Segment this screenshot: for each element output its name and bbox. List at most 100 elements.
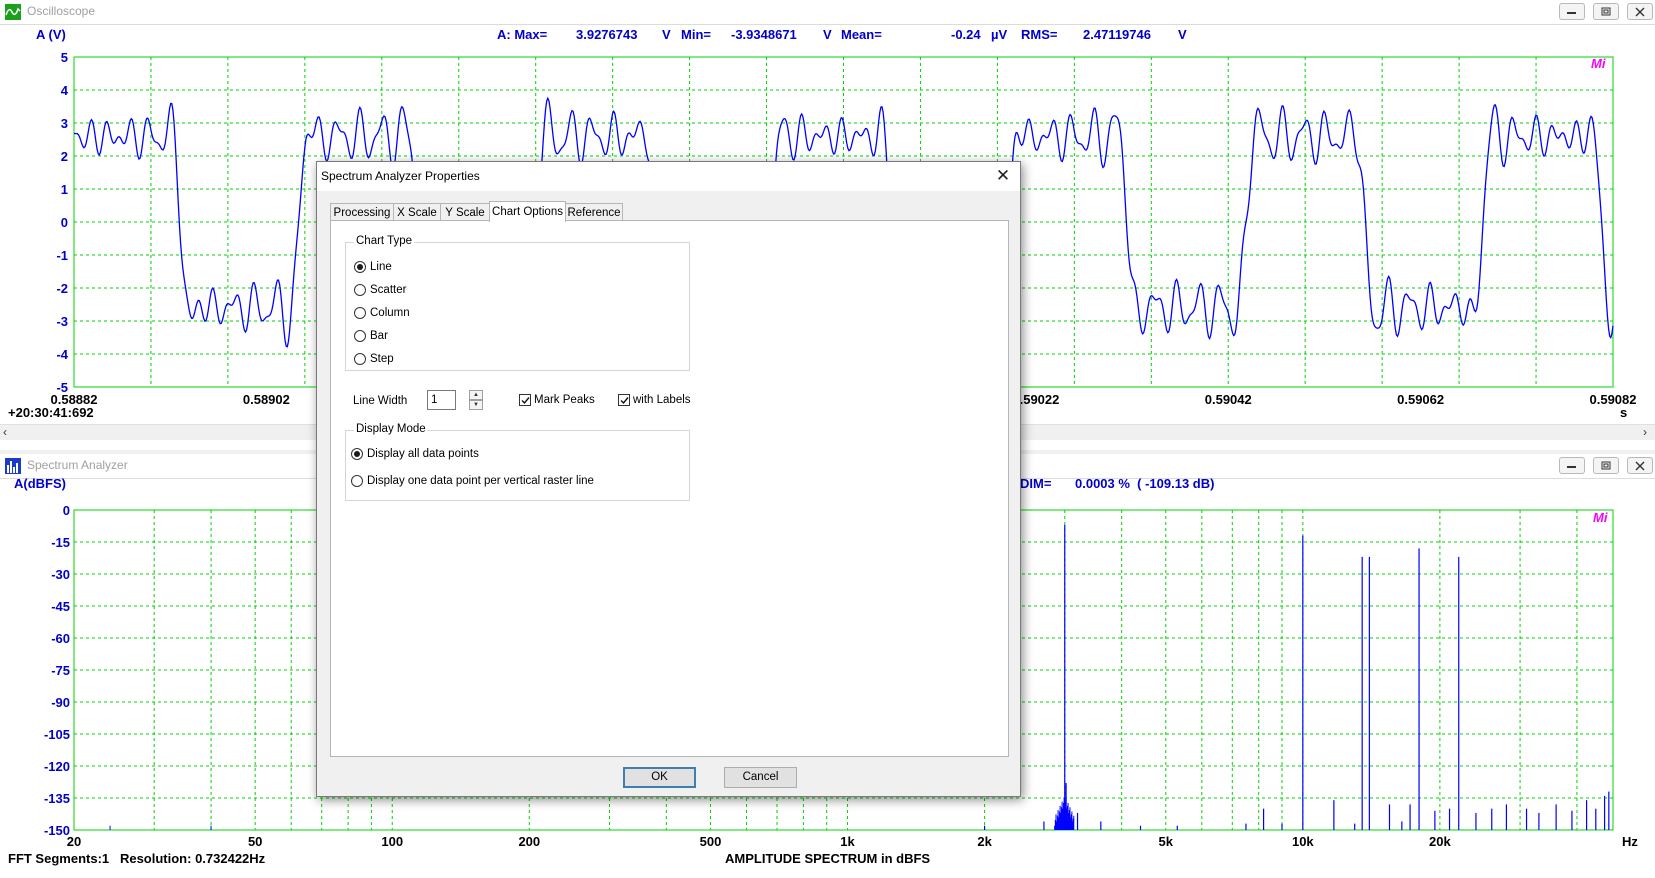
dialog-titlebar[interactable]: Spectrum Analyzer Properties ✕ <box>317 162 1020 191</box>
osc-min-label: Min= <box>681 27 711 42</box>
oscilloscope-title: Oscilloscope <box>27 4 96 18</box>
spec-x-tick-label: 500 <box>700 834 722 849</box>
spec-footer-center: AMPLITUDE SPECTRUM in dBFS <box>725 851 930 866</box>
radio-icon <box>354 352 366 365</box>
spec-y-tick-label: -135 <box>44 791 70 806</box>
tab-reference[interactable]: Reference <box>565 203 623 221</box>
radio-icon <box>354 283 366 296</box>
spec-y-tick-label: -45 <box>51 599 70 614</box>
radio-selected-icon <box>351 447 363 460</box>
osc-x-tick-label: 0.59082 <box>1590 392 1637 407</box>
restore-icon <box>1601 461 1611 470</box>
minimize-icon <box>1567 12 1576 14</box>
radio-icon <box>354 329 366 342</box>
restore-button[interactable] <box>1593 457 1619 474</box>
radio-icon <box>351 474 363 487</box>
spin-up-icon[interactable]: ▲ <box>469 390 483 400</box>
tab-y-scale[interactable]: Y Scale <box>440 203 490 221</box>
osc-y-tick-label: 1 <box>61 182 68 197</box>
minimize-button[interactable] <box>1559 3 1585 20</box>
mark-peaks-label: Mark Peaks <box>534 394 595 407</box>
radio-label: Scatter <box>370 284 407 296</box>
osc-mean-value: -0.24 <box>951 27 981 42</box>
osc-max-label: A: Max= <box>497 27 548 42</box>
osc-rms-label: RMS= <box>1021 27 1058 42</box>
osc-y-tick-label: 0 <box>61 215 68 230</box>
osc-timestamp: +20:30:41:692 <box>8 405 94 420</box>
with-labels-label: with Labels <box>633 394 691 407</box>
spec-x-tick-label: 20 <box>67 834 81 849</box>
scroll-left-icon[interactable]: ‹ <box>3 425 7 439</box>
spec-footer-left: FFT Segments:1 Resolution: 0.732422Hz <box>8 851 266 866</box>
display-all-points-radio[interactable]: Display all data points <box>351 446 479 462</box>
spec-y-tick-label: -60 <box>51 631 70 646</box>
chart-type-group: Chart Type Line Scatter Column Bar Step <box>345 235 690 371</box>
radio-label: Display all data points <box>367 448 479 460</box>
chart-type-bar-radio[interactable]: Bar <box>354 328 388 344</box>
spectrum-properties-dialog: Spectrum Analyzer Properties ✕ Processin… <box>316 161 1021 797</box>
ok-button[interactable]: OK <box>623 767 696 788</box>
line-width-input[interactable]: 1 <box>427 390 456 410</box>
oscilloscope-app-icon <box>5 4 21 20</box>
osc-y-tick-label: -3 <box>56 314 68 329</box>
spec-x-tick-label: 1k <box>840 834 855 849</box>
restore-icon <box>1601 7 1611 16</box>
spec-x-tick-label: 10k <box>1292 834 1314 849</box>
minimize-icon <box>1567 466 1576 468</box>
line-width-label: Line Width <box>353 395 408 407</box>
restore-button[interactable] <box>1593 3 1619 20</box>
spec-y-tick-label: -30 <box>51 567 70 582</box>
spec-dim-label: DIM= <box>1020 478 1052 491</box>
cancel-button[interactable]: Cancel <box>724 767 797 788</box>
radio-label: Step <box>370 353 394 365</box>
osc-y-tick-label: 4 <box>61 83 69 98</box>
spec-y-tick-label: -15 <box>51 535 70 550</box>
osc-min-unit: V <box>823 27 832 42</box>
osc-rms-value: 2.47119746 <box>1083 27 1151 42</box>
osc-x-tick-label: 0.59062 <box>1397 392 1444 407</box>
tab-chart-options[interactable]: Chart Options <box>489 201 566 222</box>
spec-y-tick-label: -105 <box>44 727 70 742</box>
osc-y-tick-label: 3 <box>61 116 68 131</box>
dialog-close-icon[interactable]: ✕ <box>992 166 1014 186</box>
chart-type-step-radio[interactable]: Step <box>354 351 394 367</box>
osc-max-value: 3.9276743 <box>576 27 637 42</box>
osc-x-unit: s <box>1620 405 1627 420</box>
radio-label: Bar <box>370 330 388 342</box>
osc-x-tick-label: 0.58902 <box>243 392 290 407</box>
close-button[interactable] <box>1627 3 1653 20</box>
close-button[interactable] <box>1627 457 1653 474</box>
osc-y-tick-label: 2 <box>61 149 68 164</box>
spectrum-app-icon <box>5 458 21 474</box>
radio-label: Line <box>370 261 392 273</box>
spec-x-tick-label: 5k <box>1159 834 1174 849</box>
chart-type-scatter-radio[interactable]: Scatter <box>354 282 406 298</box>
with-labels-checkbox[interactable]: with Labels <box>618 394 691 406</box>
spec-y-unit-label: A(dBFS) <box>14 478 66 491</box>
spin-down-icon[interactable]: ▼ <box>469 400 483 410</box>
spec-y-tick-label: -75 <box>51 663 70 678</box>
display-one-point-radio[interactable]: Display one data point per vertical rast… <box>351 473 594 489</box>
spec-x-tick-label: 100 <box>381 834 403 849</box>
osc-y-tick-label: 5 <box>61 50 68 65</box>
osc-min-value: -3.9348671 <box>731 27 797 42</box>
osc-y-tick-label: -4 <box>56 347 68 362</box>
chart-type-column-radio[interactable]: Column <box>354 305 410 321</box>
tab-processing[interactable]: Processing <box>330 203 394 221</box>
dialog-title: Spectrum Analyzer Properties <box>321 169 480 183</box>
spec-x-tick-label: 200 <box>518 834 540 849</box>
minimize-button[interactable] <box>1559 457 1585 474</box>
osc-mean-label: Mean= <box>841 27 882 42</box>
radio-icon <box>354 306 366 319</box>
tab-x-scale[interactable]: X Scale <box>393 203 441 221</box>
radio-label: Column <box>370 307 410 319</box>
osc-y-tick-label: -2 <box>56 281 68 296</box>
osc-y-tick-label: -1 <box>56 248 68 263</box>
oscilloscope-titlebar[interactable]: Oscilloscope <box>0 0 1655 25</box>
chart-type-line-radio[interactable]: Line <box>354 259 392 275</box>
spec-mi-mark: Mi <box>1593 510 1608 525</box>
osc-x-tick-label: 0.59042 <box>1205 392 1252 407</box>
scroll-right-icon[interactable]: › <box>1643 425 1647 439</box>
mark-peaks-checkbox[interactable]: Mark Peaks <box>519 394 595 406</box>
osc-mean-unit: µV <box>991 27 1007 42</box>
